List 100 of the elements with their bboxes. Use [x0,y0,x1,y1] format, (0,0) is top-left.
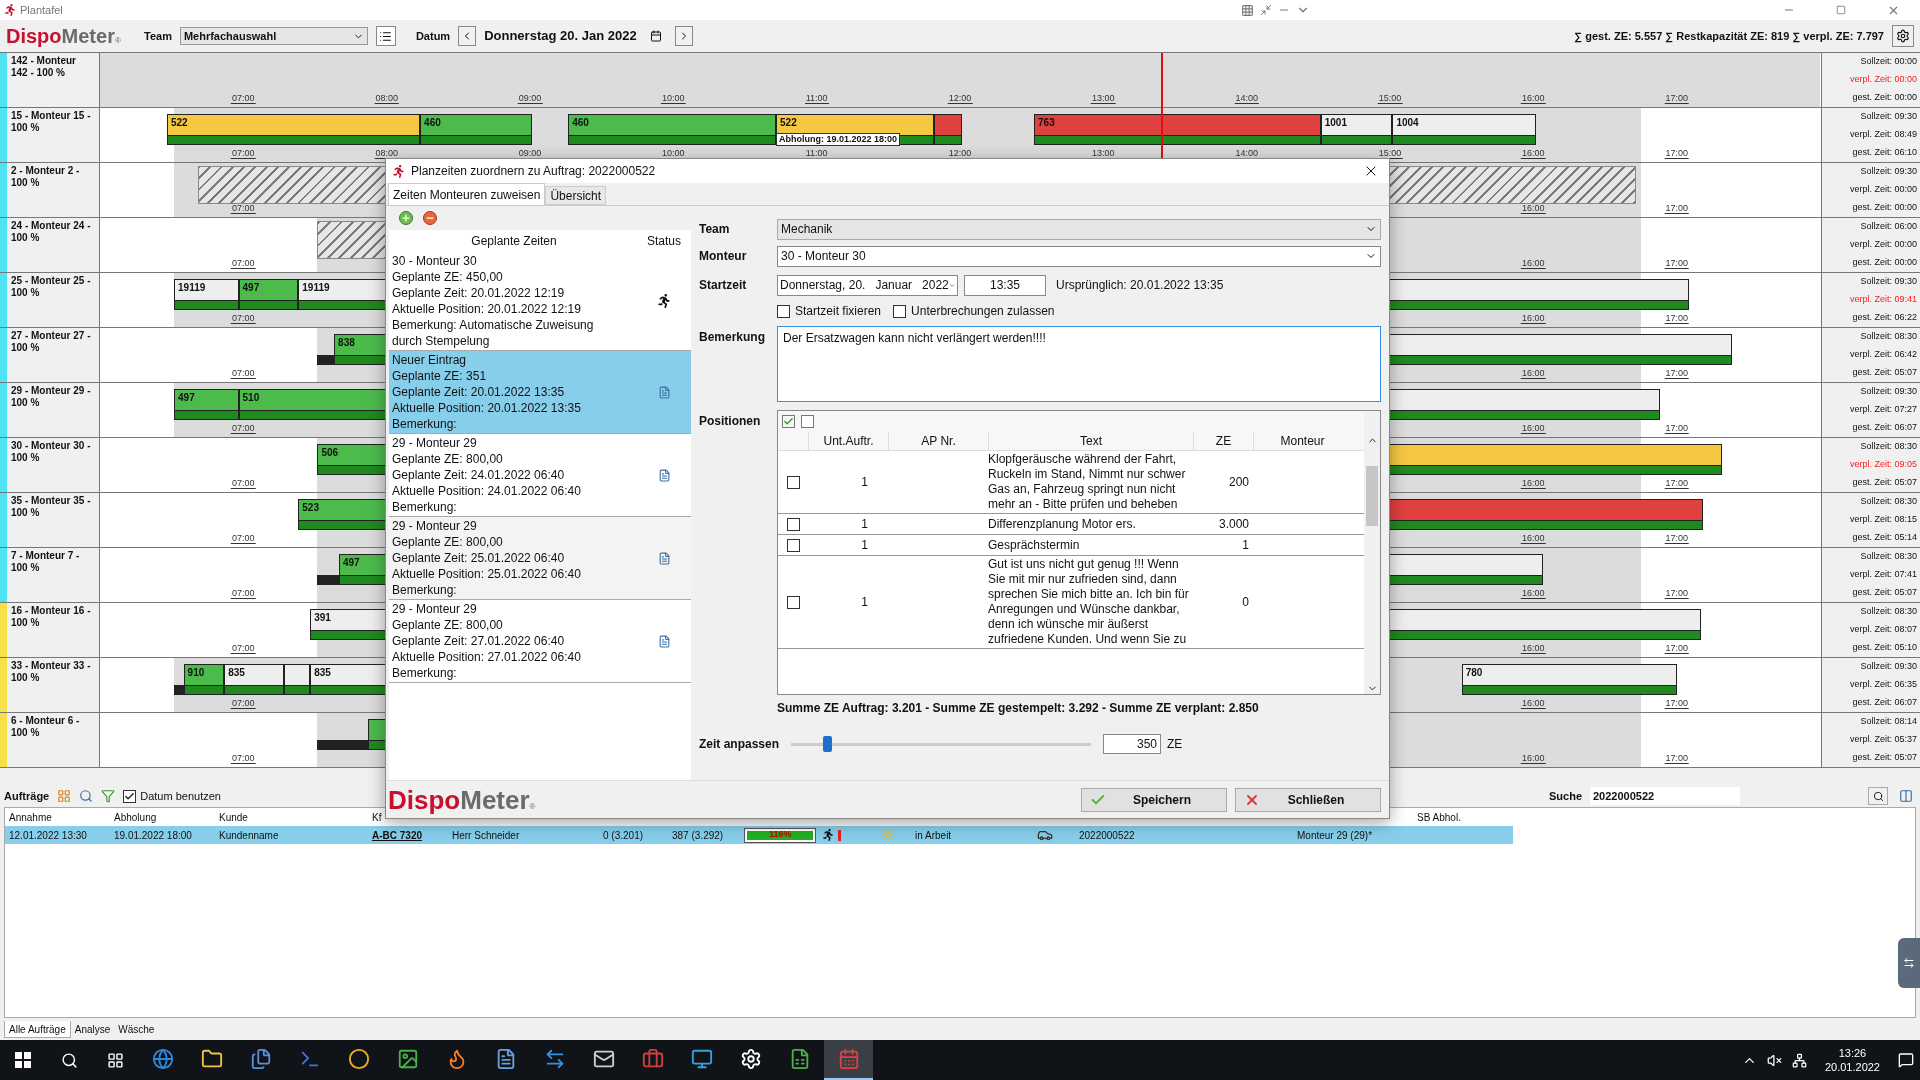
scrollbar[interactable] [1364,411,1380,694]
add-icon[interactable] [399,211,413,225]
row-checkbox[interactable] [786,517,800,531]
schedule-entry[interactable]: Neuer Eintrag Geplante ZE: 351 Geplante Zeit: 20.01.2022 13:35 Aktuelle Position: 20.01.2022 13:35 Bemerkung: [389,351,691,434]
plate-link[interactable]: A-BC 7320 [372,827,423,843]
alert-icon [838,829,841,841]
planned-time: verpl. Zeit: 00:00 [1849,183,1917,197]
mail-icon [592,1048,615,1070]
date-picker[interactable]: Donnerstag, 20. Januar 2022 [777,274,958,296]
order-row[interactable]: 12.01.2022 13:30 19.01.2022 18:00 Kundenname A-BC 7320 Herr Schneider 0 (3.201) 387 (3.292) 116% in Arbeit 2022000522 Monteur 29 (29)* [5,826,1513,844]
network-icon[interactable] [1791,1052,1807,1068]
planned-time: verpl. Zeit: 09:05 [1849,458,1917,472]
filter-icon[interactable] [101,789,116,803]
schedule-entry[interactable]: 29 - Monteur 29 Geplante ZE: 800,00 Geplante Zeit: 25.01.2022 06:40 Aktuelle Position: 25.01.2022 06:40 Bemerkung: [389,517,691,600]
entry-line: Bemerkung: [392,499,458,515]
remove-icon[interactable] [423,211,437,225]
row-checkbox[interactable] [786,538,800,552]
team-dropdown[interactable]: Mechanik [777,218,1381,240]
dialog-tab[interactable]: Zeiten Monteuren zuweisen [388,183,546,205]
taskbar-app[interactable] [824,1040,873,1080]
view-tab[interactable]: Wäsche [114,1021,159,1038]
next-day-button[interactable] [674,26,693,46]
task-view-icon [106,1051,124,1069]
planned-time: verpl. Zeit: 05:37 [1849,733,1917,747]
time-label: 07:00 [231,94,256,104]
side-panel-tab[interactable] [1898,938,1920,988]
slider-track[interactable] [791,735,1091,753]
settings-button[interactable] [1892,25,1914,47]
entry-line: Neuer Eintrag [392,352,468,368]
row-checkbox[interactable] [786,595,800,609]
arrows-icon [1903,957,1915,969]
technician-label: 16 - Monteur 16 - 100 % [7,603,99,657]
team-dropdown[interactable]: Mehrfachauswahl [179,27,368,45]
entry-line: Geplante ZE: 351 [392,368,488,384]
running-person-icon [657,294,671,308]
scrollbar-thumb[interactable] [1366,466,1378,526]
checkbox[interactable] [777,304,790,318]
save-button[interactable]: Speichern [1081,787,1227,812]
notification-icon[interactable] [1898,1052,1914,1068]
previous-day-button[interactable] [458,26,477,46]
value-field[interactable]: 350 [1103,734,1161,754]
search-button[interactable] [1868,787,1888,805]
schedule-bar[interactable]: 497 [238,279,299,310]
view-tab[interactable]: Alle Aufträge [4,1021,71,1038]
time-label: 09:00 [517,94,543,104]
date-label: Datum [415,28,451,44]
schedule-bar[interactable] [283,664,311,695]
time-label: 07:00 [231,314,256,324]
deselect-all-icon[interactable] [801,414,814,428]
schedule-bar[interactable]: 1004 [1392,114,1536,145]
time-label: 16:00 [1521,699,1546,709]
entry-line: Aktuelle Position: 20.01.2022 12:19 [392,301,582,317]
schedule-bar[interactable]: 835 [224,664,284,695]
schedule-bar[interactable]: 522 [166,114,421,145]
slider-thumb[interactable] [823,736,832,752]
column-header: Kf [371,810,383,825]
table-cell-text: Herr Schneider [452,828,520,843]
trademark-sign: ® [529,801,536,813]
close-button[interactable]: Schließen [1235,787,1381,812]
target-time: Sollzeit: 09:30 [1860,385,1917,399]
technician-label: 29 - Monteur 29 - 100 % [7,383,99,437]
checkbox[interactable] [123,789,137,803]
entry-line: Geplante Zeit: 27.01.2022 06:40 [392,633,566,649]
row-checkbox[interactable] [786,475,800,489]
schedule-bar[interactable]: 19119 [174,279,239,310]
muted-speaker-icon[interactable] [1766,1052,1782,1068]
view-tab[interactable]: Analyse [70,1021,115,1038]
schedule-bar[interactable]: 497 [174,389,239,420]
document-icon [657,551,671,565]
search-icon[interactable] [79,789,94,803]
schedule-bar[interactable]: 910 [183,664,225,695]
schedule-bar[interactable]: 460 [568,114,777,145]
search-field[interactable]: 2022000522 [1590,787,1740,805]
remark-field[interactable]: Der Ersatzwagen kann nicht verlängert werden!!!! [777,326,1381,402]
target-time: Sollzeit: 08:30 [1860,440,1917,454]
schedule-bar[interactable]: 780 [1461,664,1677,695]
select-all-icon[interactable] [782,414,795,428]
table-cell-text: 1 [1241,537,1250,554]
schedule-bar[interactable]: 1001 [1320,114,1393,145]
collapse-icon[interactable] [1260,4,1272,16]
logged-time: gest. Zeit: 00:00 [1852,201,1917,215]
table-cell-text: Differenzplanung Motor ers. [988,516,1137,532]
field-label: Monteur [699,248,748,265]
schedule-bar[interactable]: 460 [420,114,533,145]
columns-icon [1899,789,1913,803]
time-field[interactable]: 13:35 [964,274,1046,296]
list-button[interactable] [375,26,396,46]
column-header: Status [646,233,682,250]
checkbox-label: Datum benutzen [140,788,221,804]
app-icon [392,164,405,178]
dialog-tab[interactable]: Übersicht [545,186,607,205]
column-header: ZE [1193,431,1253,450]
logged-time: gest. Zeit: 00:00 [1852,256,1917,270]
checkbox[interactable] [893,304,907,318]
grid-icon[interactable] [1241,3,1254,17]
schedule-bar[interactable] [933,114,963,145]
technician-dropdown[interactable]: 30 - Monteur 30 [777,245,1381,267]
time-label: 17:00 [1664,369,1689,379]
schedule-bar[interactable]: 763 [1034,114,1321,145]
entry-line: Geplante ZE: 800,00 [392,617,504,633]
